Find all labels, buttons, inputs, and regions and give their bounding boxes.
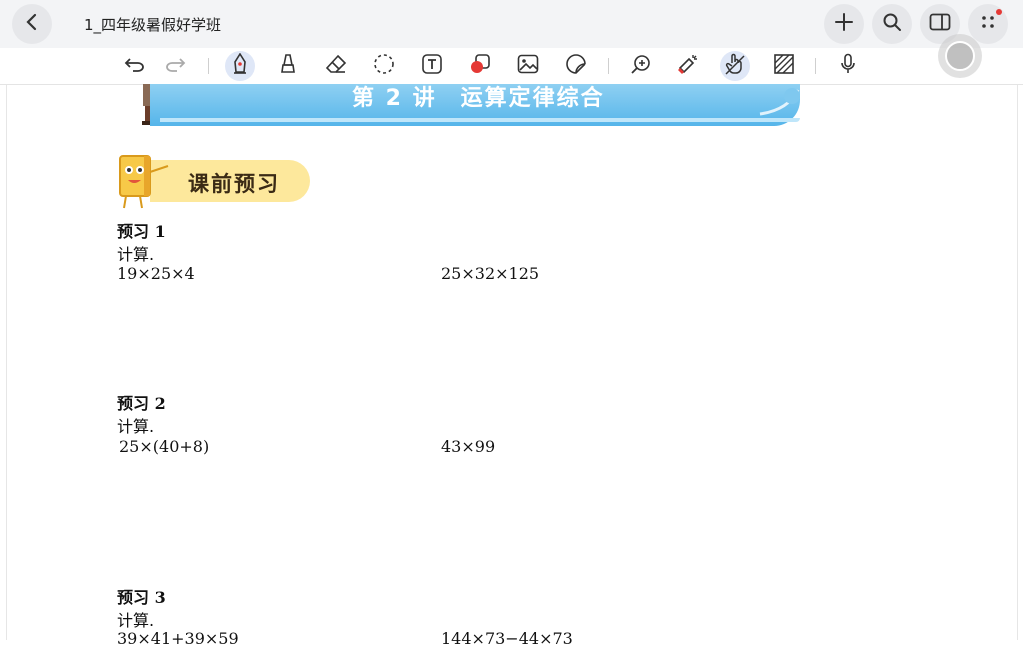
back-button[interactable] (12, 4, 52, 44)
section-title: 课前预习 (188, 172, 280, 196)
search-button[interactable] (872, 4, 912, 44)
math-expression: 19×25×4 (117, 264, 195, 283)
exercise-heading: 预习 3 (117, 588, 166, 607)
pen-tool[interactable] (225, 51, 255, 81)
hand-pointer-icon (724, 53, 746, 79)
shape-tool[interactable] (465, 51, 495, 81)
image-tool[interactable] (513, 51, 543, 81)
lasso-tool[interactable] (369, 51, 399, 81)
math-expression: 25×32×125 (441, 264, 540, 283)
notification-dot (996, 9, 1002, 15)
zoom-in-icon (630, 53, 652, 79)
eraser-icon (325, 54, 347, 78)
exercise-instruction: 计算. (117, 417, 155, 436)
sticker-tool[interactable] (561, 51, 591, 81)
toolbar-divider (208, 58, 209, 74)
book-mascot-icon (119, 155, 169, 209)
lasso-icon (373, 53, 395, 79)
microphone-icon (839, 53, 857, 79)
sticker-icon (565, 53, 587, 79)
panel-icon (929, 13, 951, 35)
undo-button[interactable] (120, 51, 150, 81)
laser-pointer-icon (677, 53, 699, 79)
hatch-pattern-icon (773, 53, 795, 79)
add-button[interactable] (824, 4, 864, 44)
text-box-icon (421, 53, 443, 79)
title-bar: 1_四年级暑假好学班 (0, 0, 1023, 48)
math-expression: 43×99 (441, 437, 496, 456)
undo-icon (124, 56, 146, 76)
zoom-tool[interactable] (626, 51, 656, 81)
fountain-pen-icon (231, 52, 249, 79)
highlighter-tool[interactable] (273, 51, 303, 81)
banner-underline (160, 118, 800, 122)
math-expression: 144×73−44×73 (441, 629, 573, 648)
microphone-button[interactable] (833, 51, 863, 81)
floating-assist-button[interactable] (938, 34, 982, 78)
exercise-instruction: 计算. (117, 245, 155, 264)
exercise-heading: 预习 1 (117, 222, 166, 241)
hand-tool[interactable] (720, 51, 750, 81)
math-expression: 39×41+39×59 (117, 629, 239, 648)
lesson-title: 第 2 讲 运算定律综合 (352, 86, 605, 111)
redo-button[interactable] (160, 51, 190, 81)
toolbar-divider (608, 58, 609, 74)
laser-pointer-tool[interactable] (673, 51, 703, 81)
chevron-left-icon (23, 13, 41, 35)
pattern-tool[interactable] (769, 51, 799, 81)
banner-swirl-graphic (759, 88, 800, 116)
exercise-instruction: 计算. (117, 611, 155, 630)
redo-icon (164, 56, 186, 76)
more-dots-icon (979, 13, 997, 35)
shapes-icon (469, 53, 491, 79)
more-button[interactable] (968, 4, 1008, 44)
plus-icon (834, 12, 854, 36)
text-tool[interactable] (417, 51, 447, 81)
eraser-tool[interactable] (321, 51, 351, 81)
assist-ring (945, 41, 975, 71)
image-icon (517, 54, 539, 78)
highlighter-icon (279, 53, 297, 79)
document-title: 1_四年级暑假好学班 (84, 16, 222, 34)
exercise-heading: 预习 2 (117, 394, 166, 413)
toolbar-divider (815, 58, 816, 74)
math-expression: 25×(40+8) (119, 437, 210, 456)
search-icon (882, 12, 902, 36)
